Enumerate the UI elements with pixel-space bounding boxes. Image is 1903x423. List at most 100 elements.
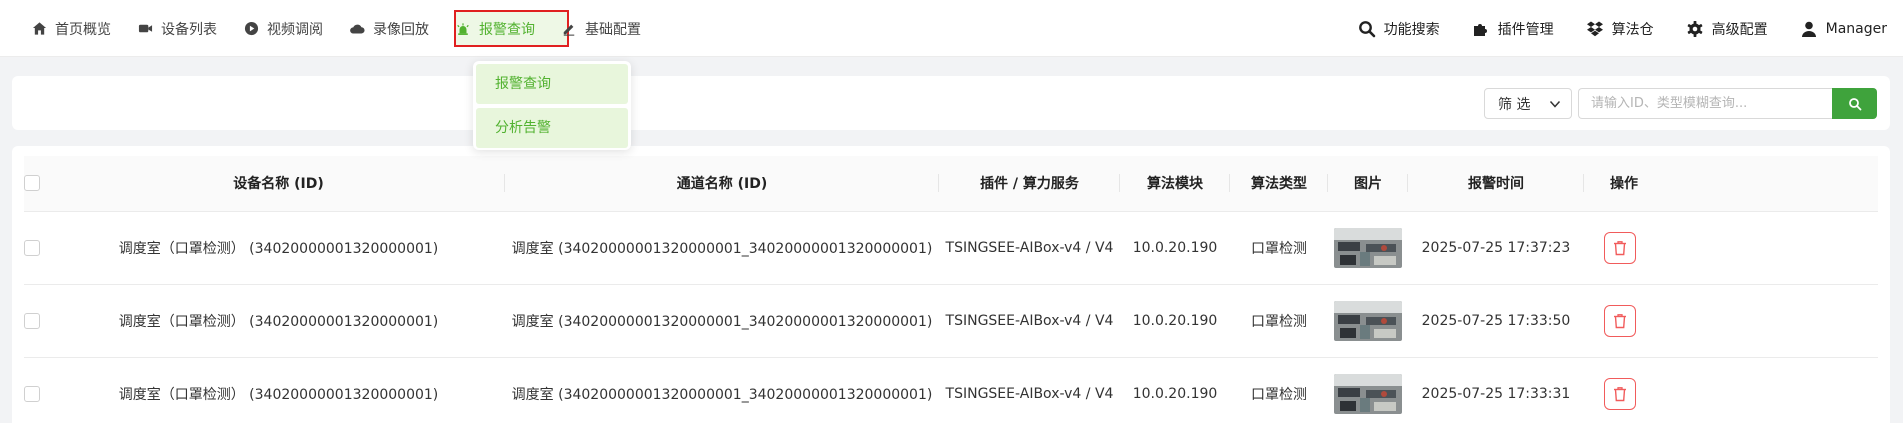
header-type: 算法类型 bbox=[1230, 156, 1328, 212]
image-cell bbox=[1328, 357, 1408, 423]
nav-item-label: 报警查询 bbox=[479, 21, 535, 38]
edit-icon bbox=[561, 21, 577, 37]
alarm-thumbnail[interactable] bbox=[1334, 373, 1402, 414]
alarm-table: 设备名称 (ID) 通道名称 (ID) 插件 / 算力服务 算法模块 算法类型 … bbox=[24, 156, 1878, 423]
module-cell: 10.0.20.190 bbox=[1120, 211, 1230, 285]
header-actions: 操作 bbox=[1584, 156, 1878, 212]
row-select-cell bbox=[24, 211, 52, 285]
cloud-icon bbox=[349, 21, 365, 37]
delete-button[interactable] bbox=[1604, 231, 1636, 264]
header-image: 图片 bbox=[1328, 156, 1408, 212]
search-icon bbox=[1358, 20, 1376, 38]
trash-icon bbox=[1613, 240, 1627, 256]
row-checkbox[interactable] bbox=[24, 312, 40, 329]
dropdown-item-analysis-alarm[interactable]: 分析告警 bbox=[476, 108, 628, 148]
plugin-cell: TSINGSEE-AIBox-v4 / V4 bbox=[939, 284, 1120, 358]
row-checkbox[interactable] bbox=[24, 385, 40, 402]
type-cell: 口罩检测 bbox=[1230, 284, 1328, 358]
nav-item-label: 基础配置 bbox=[585, 21, 641, 38]
nav-item-label: 插件管理 bbox=[1497, 21, 1554, 38]
header-time: 报警时间 bbox=[1408, 156, 1584, 212]
camera-icon bbox=[137, 21, 153, 37]
time-cell: 2025-07-25 17:33:31 bbox=[1408, 357, 1584, 423]
nav-item-label: 录像回放 bbox=[373, 21, 429, 38]
filter-select[interactable]: 筛 选 bbox=[1484, 88, 1572, 119]
nav-item-label: Manager bbox=[1825, 20, 1887, 37]
header-label: 设备名称 (ID) bbox=[233, 176, 324, 193]
chevron-down-icon bbox=[1549, 98, 1561, 114]
nav-item-algorithm-store[interactable]: 算法仓 bbox=[1570, 0, 1670, 57]
nav-item-label: 高级配置 bbox=[1711, 21, 1768, 38]
header-label: 操作 bbox=[1610, 176, 1638, 193]
nav-item-label: 算法仓 bbox=[1611, 21, 1654, 38]
nav-item-alarm[interactable]: 报警查询 bbox=[442, 0, 548, 57]
nav-item-playback[interactable]: 录像回放 bbox=[336, 0, 442, 57]
nav-item-user[interactable]: Manager bbox=[1784, 0, 1903, 57]
device-cell: 调度室（口罩检测） (34020000001320000001) bbox=[52, 357, 505, 423]
filter-select-label: 筛 选 bbox=[1498, 96, 1531, 113]
dropdown-item-alarm-query[interactable]: 报警查询 bbox=[476, 64, 628, 104]
top-nav-bar: 首页概览 设备列表 视频调阅 录像回放 报警查询 基础配置 功能搜索 插件管理 … bbox=[0, 0, 1903, 57]
utility-nav: 功能搜索 插件管理 算法仓 高级配置 Manager bbox=[1342, 0, 1903, 57]
nav-item-label: 设备列表 bbox=[161, 21, 217, 38]
header-label: 算法类型 bbox=[1251, 176, 1307, 193]
delete-button[interactable] bbox=[1604, 304, 1636, 337]
nav-item-home[interactable]: 首页概览 bbox=[18, 0, 124, 57]
device-cell: 调度室（口罩检测） (34020000001320000001) bbox=[52, 211, 505, 285]
select-all-checkbox[interactable] bbox=[24, 175, 40, 192]
nav-item-devices[interactable]: 设备列表 bbox=[124, 0, 230, 57]
header-device: 设备名称 (ID) bbox=[52, 156, 505, 212]
header-module: 算法模块 bbox=[1120, 156, 1230, 212]
channel-cell: 调度室 (34020000001320000001_34020000001320… bbox=[505, 211, 939, 285]
type-cell: 口罩检测 bbox=[1230, 211, 1328, 285]
delete-button[interactable] bbox=[1604, 377, 1636, 410]
device-cell: 调度室（口罩检测） (34020000001320000001) bbox=[52, 284, 505, 358]
table-row: 调度室（口罩检测） (34020000001320000001) 调度室 (34… bbox=[24, 357, 1878, 423]
actions-cell bbox=[1584, 357, 1878, 423]
header-label: 报警时间 bbox=[1468, 176, 1524, 193]
home-icon bbox=[31, 21, 47, 37]
nav-item-config[interactable]: 基础配置 bbox=[548, 0, 654, 57]
header-plugin: 插件 / 算力服务 bbox=[939, 156, 1120, 212]
nav-item-label: 首页概览 bbox=[55, 21, 111, 38]
nav-item-search[interactable]: 功能搜索 bbox=[1342, 0, 1456, 57]
type-cell: 口罩检测 bbox=[1230, 357, 1328, 423]
table-row: 调度室（口罩检测） (34020000001320000001) 调度室 (34… bbox=[24, 284, 1878, 358]
header-label: 算法模块 bbox=[1147, 176, 1203, 193]
time-cell: 2025-07-25 17:33:50 bbox=[1408, 284, 1584, 358]
puzzle-icon bbox=[1472, 20, 1490, 38]
nav-item-video[interactable]: 视频调阅 bbox=[230, 0, 336, 57]
channel-cell: 调度室 (34020000001320000001_34020000001320… bbox=[505, 284, 939, 358]
row-select-cell bbox=[24, 284, 52, 358]
plugin-cell: TSINGSEE-AIBox-v4 / V4 bbox=[939, 357, 1120, 423]
alarm-dropdown-menu: 报警查询 分析告警 bbox=[473, 61, 631, 150]
user-icon bbox=[1800, 20, 1818, 38]
search-icon bbox=[1848, 97, 1862, 111]
alarm-thumbnail[interactable] bbox=[1334, 300, 1402, 341]
table-header-row: 设备名称 (ID) 通道名称 (ID) 插件 / 算力服务 算法模块 算法类型 … bbox=[24, 156, 1878, 212]
header-label: 图片 bbox=[1354, 176, 1382, 193]
trash-icon bbox=[1613, 386, 1627, 402]
time-cell: 2025-07-25 17:37:23 bbox=[1408, 211, 1584, 285]
nav-item-label: 视频调阅 bbox=[267, 21, 323, 38]
module-cell: 10.0.20.190 bbox=[1120, 357, 1230, 423]
alarm-bell-icon bbox=[455, 21, 471, 37]
channel-cell: 调度室 (34020000001320000001_34020000001320… bbox=[505, 357, 939, 423]
row-select-cell bbox=[24, 357, 52, 423]
actions-cell bbox=[1584, 284, 1878, 358]
header-label: 插件 / 算力服务 bbox=[980, 176, 1079, 193]
search-input[interactable] bbox=[1578, 88, 1834, 119]
row-checkbox[interactable] bbox=[24, 239, 40, 256]
alarm-thumbnail[interactable] bbox=[1334, 227, 1402, 268]
play-circle-icon bbox=[243, 21, 259, 37]
actions-cell bbox=[1584, 211, 1878, 285]
nav-item-plugins[interactable]: 插件管理 bbox=[1456, 0, 1570, 57]
select-all-cell bbox=[24, 156, 52, 212]
alarm-table-card: 设备名称 (ID) 通道名称 (ID) 插件 / 算力服务 算法模块 算法类型 … bbox=[12, 146, 1890, 423]
module-cell: 10.0.20.190 bbox=[1120, 284, 1230, 358]
nav-item-advanced-config[interactable]: 高级配置 bbox=[1670, 0, 1784, 57]
gear-icon bbox=[1686, 20, 1704, 38]
plugin-cell: TSINGSEE-AIBox-v4 / V4 bbox=[939, 211, 1120, 285]
search-button[interactable] bbox=[1832, 88, 1877, 119]
header-channel: 通道名称 (ID) bbox=[505, 156, 939, 212]
